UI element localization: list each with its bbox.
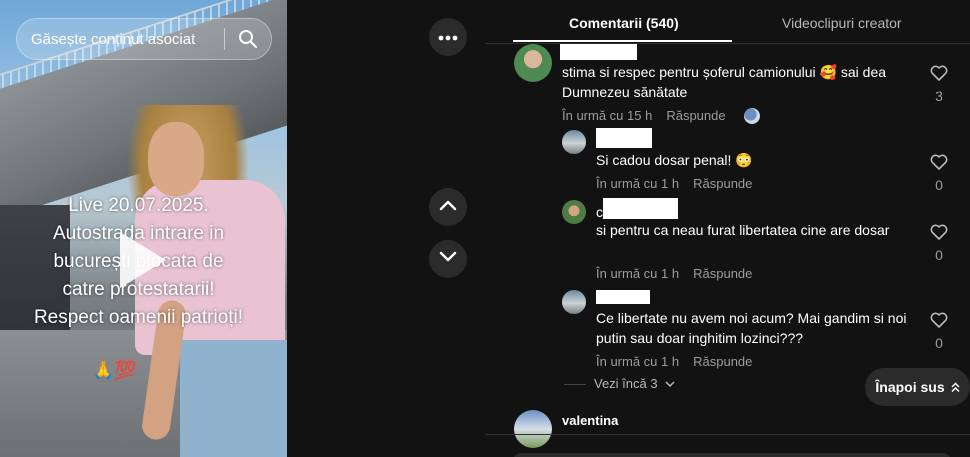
avatar[interactable] bbox=[562, 200, 586, 224]
like-button[interactable]: 0 bbox=[929, 312, 949, 351]
like-count: 0 bbox=[935, 247, 943, 263]
comment-meta: În urmă cu 1 h Răspunde bbox=[596, 176, 752, 191]
comment-meta: În urmă cu 15 h Răspunde bbox=[562, 108, 726, 123]
avatar[interactable] bbox=[514, 410, 552, 448]
chevron-down-icon bbox=[439, 250, 457, 268]
tab-comments[interactable]: Comentarii (540) bbox=[569, 15, 679, 31]
comment-meta: În urmă cu 1 h Răspunde bbox=[596, 266, 752, 281]
avatar[interactable] bbox=[562, 290, 586, 314]
active-tab-indicator bbox=[513, 40, 732, 42]
double-chevron-up-icon bbox=[951, 381, 960, 393]
back-to-top-button[interactable]: Înapoi sus bbox=[865, 368, 970, 406]
comment-time: În urmă cu 1 h bbox=[596, 354, 680, 369]
like-count: 0 bbox=[935, 335, 943, 351]
chevron-up-icon bbox=[439, 198, 457, 216]
avatar[interactable] bbox=[562, 130, 586, 154]
reply-button[interactable]: Răspunde bbox=[693, 176, 752, 191]
video-player[interactable]: Găsește conținut asociat Live 20.07.2025… bbox=[0, 0, 287, 457]
comment-text: si pentru ca neau furat libertatea cine … bbox=[596, 222, 890, 238]
person-face bbox=[148, 122, 204, 196]
redacted-username bbox=[596, 290, 650, 304]
caption-line: Live 20.07.2025. bbox=[68, 195, 209, 216]
search-icon[interactable] bbox=[225, 29, 271, 49]
previous-video-button[interactable] bbox=[429, 188, 467, 226]
like-button[interactable]: 0 bbox=[929, 154, 949, 193]
comment-username[interactable]: valentina bbox=[562, 413, 618, 428]
person-jeans bbox=[180, 340, 287, 457]
comment-text: Si cadou dosar penal! 😳 bbox=[596, 152, 753, 168]
avatar[interactable] bbox=[514, 44, 552, 82]
like-button[interactable]: 0 bbox=[929, 224, 949, 263]
panel-tabs: Comentarii (540) Videoclipuri creator bbox=[485, 0, 970, 44]
creator-liked-avatar bbox=[744, 108, 760, 124]
related-content-search[interactable]: Găsește conținut asociat bbox=[16, 18, 272, 60]
username-prefix: c bbox=[596, 204, 603, 220]
search-placeholder: Găsește conținut asociat bbox=[31, 30, 196, 48]
redacted-username bbox=[560, 44, 637, 60]
more-options-button[interactable] bbox=[429, 18, 467, 56]
like-count: 3 bbox=[935, 88, 943, 104]
comment-time: În urmă cu 1 h bbox=[596, 266, 680, 281]
chevron-down-icon bbox=[661, 376, 675, 391]
redacted-username bbox=[603, 198, 678, 219]
tab-creator-videos[interactable]: Videoclipuri creator bbox=[782, 15, 902, 31]
like-count: 0 bbox=[935, 177, 943, 193]
like-button[interactable]: 3 bbox=[929, 65, 949, 104]
panel-divider bbox=[485, 434, 970, 435]
next-video-button[interactable] bbox=[429, 240, 467, 278]
back-to-top-label: Înapoi sus bbox=[875, 379, 945, 395]
comment-text: stima si respec pentru șoferul camionulu… bbox=[562, 64, 887, 100]
redacted-username bbox=[596, 128, 652, 148]
heart-icon bbox=[930, 224, 948, 244]
ellipsis-icon bbox=[438, 28, 458, 46]
heart-icon bbox=[930, 154, 948, 174]
comment-input[interactable] bbox=[512, 453, 952, 457]
comment-time: În urmă cu 15 h bbox=[562, 108, 653, 123]
caption-emoji: 🙏💯 bbox=[92, 360, 137, 380]
comment-time: În urmă cu 1 h bbox=[596, 176, 680, 191]
comment-meta: În urmă cu 1 h Răspunde bbox=[596, 354, 752, 369]
heart-icon bbox=[930, 65, 948, 85]
reply-button[interactable]: Răspunde bbox=[693, 266, 752, 281]
reply-button[interactable]: Răspunde bbox=[666, 108, 725, 123]
see-more-replies-button[interactable]: Vezi încă 3 bbox=[594, 376, 675, 391]
heart-icon bbox=[930, 312, 948, 332]
see-more-label: Vezi încă 3 bbox=[594, 376, 658, 391]
play-icon[interactable] bbox=[120, 232, 166, 288]
reply-button[interactable]: Răspunde bbox=[693, 354, 752, 369]
comment-text: Ce libertate nu avem noi acum? Mai gandi… bbox=[596, 310, 907, 346]
video-controls-column bbox=[287, 0, 485, 457]
caption-line: Respect oamenii patrioți! bbox=[33, 307, 244, 328]
replies-connector-line bbox=[564, 384, 586, 385]
